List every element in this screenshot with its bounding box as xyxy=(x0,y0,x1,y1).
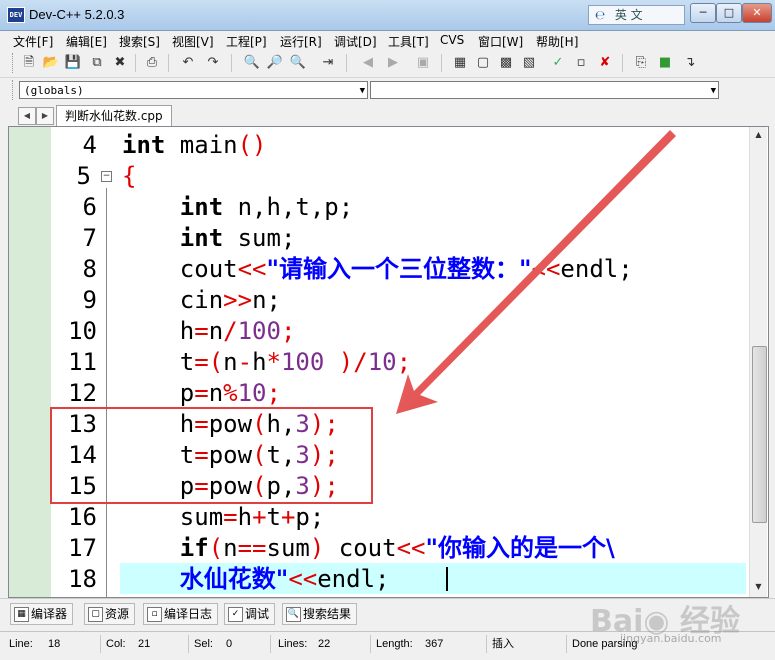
status-col-value: 21 xyxy=(138,638,151,650)
tab-debug[interactable]: ✓ 调试 xyxy=(224,603,276,625)
status-separator xyxy=(486,635,487,653)
tab-search-results[interactable]: 🔍 搜索结果 xyxy=(282,603,358,625)
status-line-value: 18 xyxy=(48,638,61,650)
search-results-icon: 🔍 xyxy=(286,607,301,622)
compiler-icon: ▦ xyxy=(14,607,29,622)
tab-resources[interactable]: ▢ 资源 xyxy=(84,603,136,625)
baidu-watermark-url: jingyan.baidu.com xyxy=(620,632,722,645)
status-separator xyxy=(100,635,101,653)
tab-label: 编译器 xyxy=(31,607,68,621)
status-sel-value: 0 xyxy=(226,638,233,650)
tab-label: 调试 xyxy=(245,607,270,621)
status-length-value: 367 xyxy=(425,638,444,650)
status-separator xyxy=(566,635,567,653)
status-line-label: Line: xyxy=(9,638,33,650)
status-sel-label: Sel: xyxy=(194,638,213,650)
status-lines-label: Lines: xyxy=(278,638,308,650)
tab-label: 资源 xyxy=(105,607,130,621)
status-col-label: Col: xyxy=(106,638,126,650)
tab-compiler[interactable]: ▦ 编译器 xyxy=(10,603,74,625)
debug-check-icon: ✓ xyxy=(228,607,243,622)
compile-log-icon: ▫ xyxy=(147,607,162,622)
tab-label: 搜索结果 xyxy=(303,607,352,621)
status-lines-value: 22 xyxy=(318,638,331,650)
status-insert-mode: 插入 xyxy=(492,638,514,650)
status-length-label: Length: xyxy=(376,638,413,650)
status-separator xyxy=(370,635,371,653)
status-separator xyxy=(270,635,271,653)
resources-icon: ▢ xyxy=(88,607,103,622)
annotation-arrow xyxy=(396,130,676,414)
tab-label: 编译日志 xyxy=(164,607,213,621)
tab-compile-log[interactable]: ▫ 编译日志 xyxy=(143,603,219,625)
status-separator xyxy=(188,635,189,653)
